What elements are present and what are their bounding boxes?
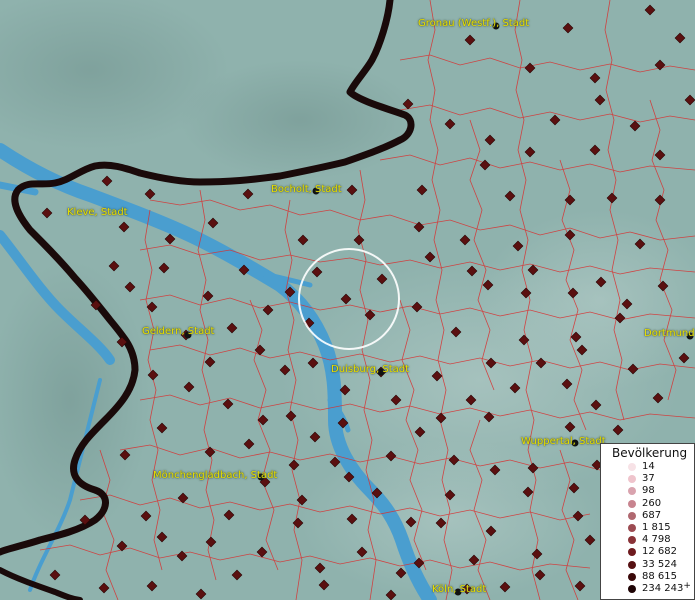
- city-label-moenchengladbach[interactable]: Mönchengladbach, Stadt: [153, 470, 277, 481]
- legend-title: Bevölkerung: [612, 446, 688, 460]
- city-label-kleve[interactable]: Kleve, Stadt: [67, 207, 128, 218]
- legend-label: 234 243+: [642, 580, 691, 594]
- legend-label: 4 798: [642, 534, 671, 546]
- city-label-koeln[interactable]: Köln, Stadt: [432, 584, 486, 595]
- legend-items: 14 37 98 260 687 1 815 4 798 12 682 33 524 88 615…: [601, 461, 694, 595]
- legend-swatch: [628, 487, 636, 496]
- legend-label: 33 524: [642, 558, 677, 570]
- legend-swatch: [628, 499, 636, 508]
- legend-item: 88 615: [601, 571, 694, 583]
- city-label-geldern[interactable]: Geldern, Stadt: [142, 326, 214, 337]
- legend-label: 14: [642, 461, 655, 472]
- legend-swatch: [628, 536, 636, 545]
- legend-item: 4 798: [601, 534, 694, 546]
- city-label-gronau[interactable]: Gronau (Westf.), Stadt: [418, 18, 529, 29]
- legend-label: 88 615: [642, 570, 677, 582]
- legend-label: 1 815: [642, 521, 671, 533]
- legend-swatch: [628, 572, 636, 581]
- city-label-bocholt[interactable]: Bocholt, Stadt: [271, 184, 342, 195]
- legend-swatch: [628, 475, 636, 484]
- legend-label: 12 682: [642, 546, 677, 558]
- legend-label: 37: [642, 473, 655, 485]
- legend-label: 98: [642, 485, 655, 497]
- legend-item: 98: [601, 485, 694, 497]
- legend-item: 12 682: [601, 546, 694, 558]
- legend-swatch: [628, 584, 636, 593]
- legend-item: 234 243+: [601, 580, 694, 595]
- population-legend: Bevölkerung 14 37 98 260 687 1 815 4 798 12 682…: [600, 443, 695, 600]
- legend-item: 37: [601, 473, 694, 485]
- map-canvas[interactable]: [0, 0, 695, 600]
- legend-item: 33 524: [601, 559, 694, 571]
- legend-item: 687: [601, 510, 694, 522]
- legend-swatch: [628, 511, 636, 520]
- legend-item: 260: [601, 498, 694, 510]
- legend-swatch: [628, 548, 636, 557]
- legend-item: 1 815: [601, 522, 694, 534]
- legend-plus-suffix: +: [683, 580, 691, 591]
- legend-label: 260: [642, 497, 662, 509]
- city-label-duisburg[interactable]: Duisburg, Stadt: [331, 364, 409, 375]
- city-label-wuppertal[interactable]: Wuppertal, Stadt: [521, 436, 606, 447]
- legend-swatch: [628, 560, 636, 569]
- legend-label: 687: [642, 509, 662, 521]
- legend-swatch: [628, 463, 636, 471]
- legend-swatch: [628, 523, 636, 532]
- legend-item: 14: [601, 461, 694, 473]
- city-label-dortmund[interactable]: Dortmund: [644, 328, 695, 339]
